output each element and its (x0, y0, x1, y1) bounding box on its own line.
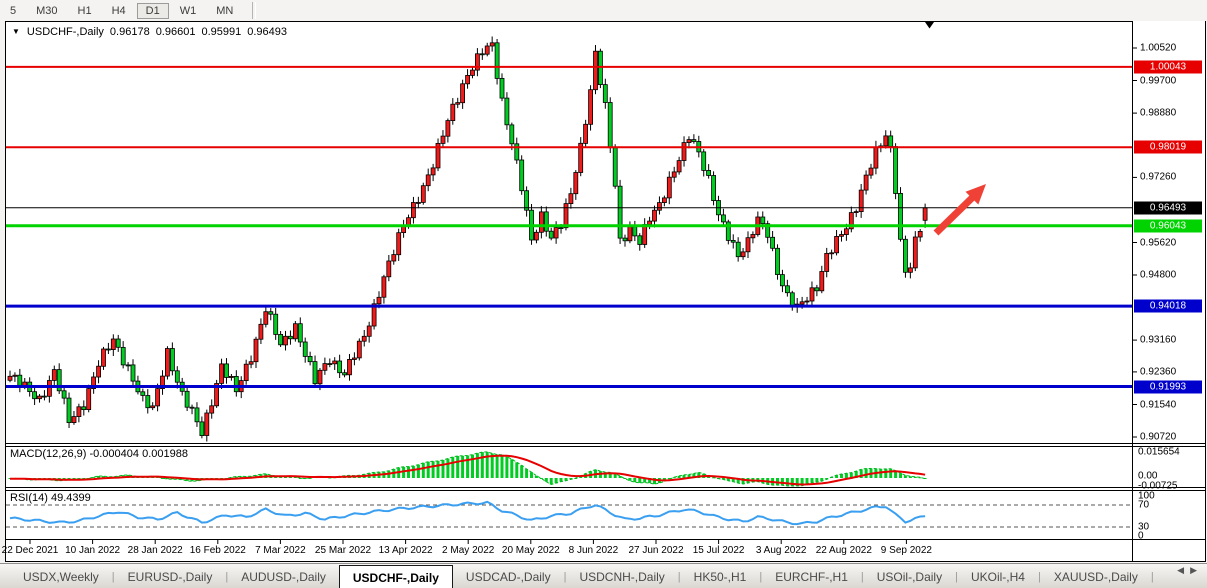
tab-usdcad-daily[interactable]: USDCAD-,Daily (453, 564, 564, 588)
tab-separator: | (1151, 564, 1154, 588)
window-border-top (5, 21, 1133, 22)
macd-label: MACD(12,26,9) -0.000404 0.001988 (10, 448, 188, 460)
main-chart-area[interactable] (0, 0, 1207, 588)
tab-eurusd-daily[interactable]: EURUSD-,Daily (115, 564, 226, 588)
price-tick-label: 0.94800 (1140, 270, 1176, 281)
date-label: 3 Aug 2022 (756, 545, 807, 556)
price-tick-label: 0.91540 (1140, 399, 1176, 410)
tab-usoil-daily[interactable]: USOil-,Daily (864, 564, 955, 588)
date-label: 28 Jan 2022 (128, 545, 183, 556)
quote-high: 0.96601 (156, 26, 196, 38)
panel-separator (5, 446, 1206, 447)
tab-usdchf-daily[interactable]: USDCHF-,Daily (339, 565, 453, 588)
panel-separator (5, 443, 1206, 444)
price-tick-label: 0.93160 (1140, 335, 1176, 346)
date-label: 27 Jun 2022 (628, 545, 683, 556)
tab-scrollers: ◀▶ (1177, 565, 1203, 576)
quote-open: 0.96178 (110, 26, 150, 38)
window-border-bottom (5, 561, 1206, 562)
tab-eurchf-h1[interactable]: EURCHF-,H1 (762, 564, 861, 588)
symbol-dropdown-icon[interactable]: ▼ (12, 27, 20, 36)
price-tag-support: 0.91993 (1134, 380, 1202, 393)
chart-title: ▼ USDCHF-,Daily 0.96178 0.96601 0.95991 0.964… (12, 26, 287, 38)
price-tick-label: 0.98880 (1140, 108, 1176, 119)
date-label: 8 Jun 2022 (569, 545, 619, 556)
tab-scroll-left-icon[interactable]: ◀ (1177, 565, 1190, 575)
macd-scale-label: 0.015654 (1138, 447, 1180, 458)
date-label: 22 Aug 2022 (816, 545, 872, 556)
candlestick-series (8, 37, 927, 442)
window-border-left (5, 21, 6, 561)
price-tag-resistance: 0.98019 (1134, 141, 1202, 154)
price-tag-support: 0.94018 (1134, 300, 1202, 313)
price-axis-line (1132, 21, 1133, 561)
price-tag-current-price: 0.96493 (1134, 201, 1202, 214)
date-label: 20 May 2022 (502, 545, 560, 556)
date-axis-border (5, 539, 1206, 540)
date-label: 25 Mar 2022 (315, 545, 371, 556)
quote-low: 0.95991 (201, 26, 241, 38)
panel-separator (5, 487, 1206, 488)
date-label: 7 Mar 2022 (255, 545, 306, 556)
rsi-label: RSI(14) 49.4399 (10, 492, 91, 504)
date-label: 22 Dec 2021 (2, 545, 59, 556)
price-tick-label: 0.99700 (1140, 75, 1176, 86)
price-tag-support: 0.96043 (1134, 219, 1202, 232)
trading-platform-screen: 5M30H1H4D1W1MN ▼USDCHF-,Daily0.961780.96… (0, 0, 1207, 588)
panel-separator (5, 490, 1206, 491)
date-label: 10 Jan 2022 (65, 545, 120, 556)
price-tick-label: 1.00520 (1140, 43, 1176, 54)
last-bar-marker-icon (925, 22, 934, 29)
tab-hk50-h1[interactable]: HK50-,H1 (681, 564, 760, 588)
price-tick-label: 0.97260 (1140, 172, 1176, 183)
price-tick-label: 0.90720 (1140, 432, 1176, 443)
tab-ukoil-h4[interactable]: UKOil-,H4 (958, 564, 1038, 588)
date-label: 16 Feb 2022 (190, 545, 246, 556)
date-label: 15 Jul 2022 (693, 545, 745, 556)
quote-close: 0.96493 (247, 26, 287, 38)
price-tick-label: 0.92360 (1140, 366, 1176, 377)
tab-scroll-right-icon[interactable]: ▶ (1190, 565, 1203, 575)
tabbar-spacer (0, 564, 10, 588)
rsi-indicator (6, 502, 1132, 527)
tab-usdcnh-daily[interactable]: USDCNH-,Daily (566, 564, 677, 588)
price-tick-label: 0.95620 (1140, 237, 1176, 248)
tab-audusd-daily[interactable]: AUDUSD-,Daily (228, 564, 339, 588)
symbol-label: USDCHF-,Daily (27, 26, 104, 38)
date-label: 13 Apr 2022 (379, 545, 433, 556)
tab-usdx-weekly[interactable]: USDX,Weekly (10, 564, 112, 588)
tab-xauusd-daily[interactable]: XAUUSD-,Daily (1041, 564, 1151, 588)
rsi-scale-label: 70 (1138, 500, 1149, 511)
date-label: 9 Sep 2022 (881, 545, 932, 556)
chart-tab-bar: USDX,Weekly|EURUSD-,Daily|AUDUSD-,DailyU… (0, 563, 1207, 588)
window-border-right (1205, 21, 1206, 561)
date-label: 2 May 2022 (442, 545, 494, 556)
price-tag-resistance: 1.00043 (1134, 60, 1202, 73)
